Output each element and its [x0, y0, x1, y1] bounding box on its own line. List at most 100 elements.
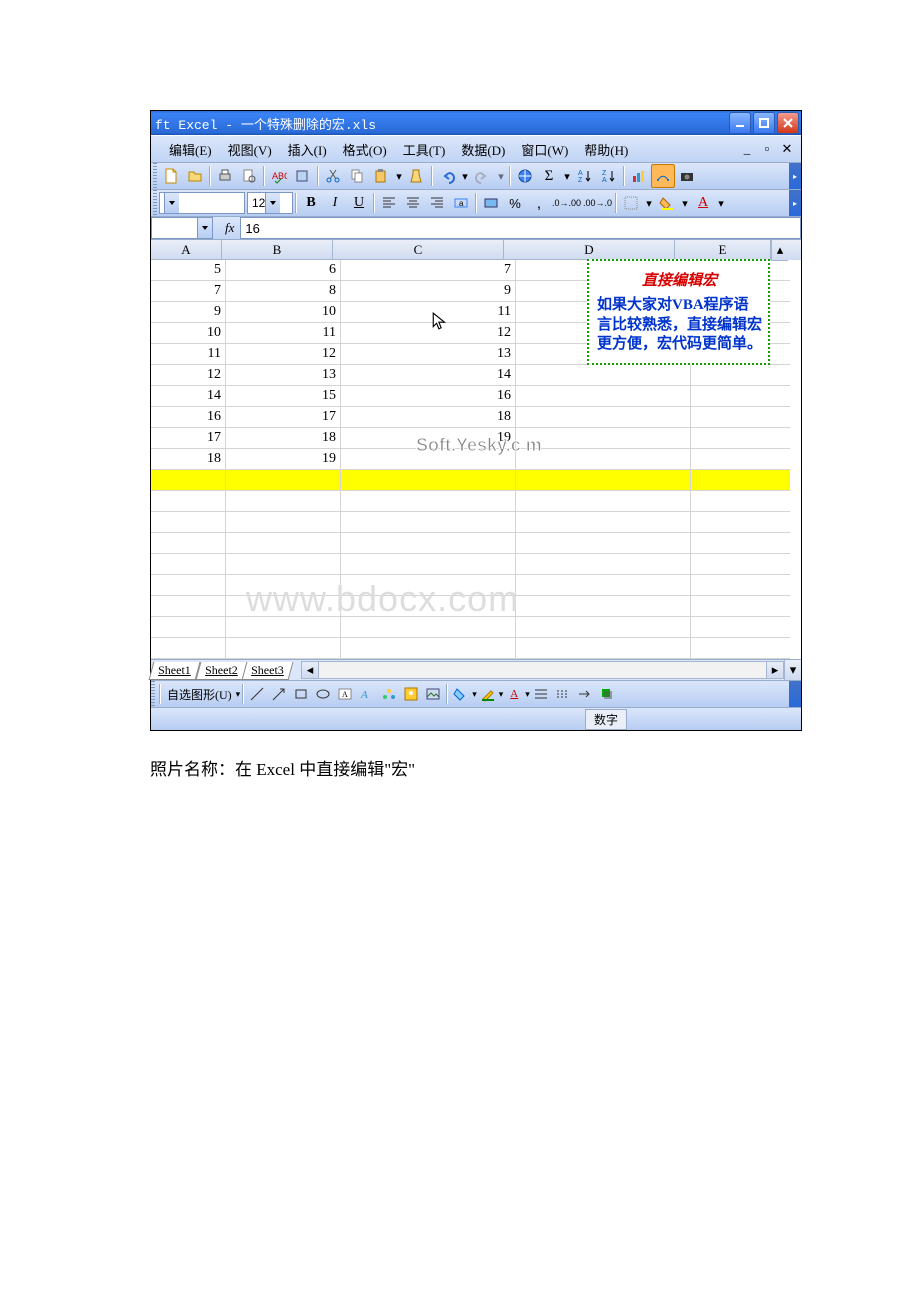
italic-icon[interactable]: I	[323, 191, 347, 215]
cell[interactable]	[151, 554, 226, 575]
minimize-button[interactable]	[729, 112, 751, 134]
cell[interactable]	[691, 596, 790, 617]
cell[interactable]	[516, 638, 691, 659]
menu-tools[interactable]: 工具(T)	[395, 138, 454, 161]
name-box[interactable]	[151, 217, 213, 239]
cell[interactable]	[151, 575, 226, 596]
cell[interactable]: 7	[341, 260, 516, 281]
cell[interactable]: 8	[226, 281, 341, 302]
fx-label[interactable]: fx	[225, 220, 234, 236]
cell[interactable]	[341, 491, 516, 512]
cell[interactable]: 19	[226, 449, 341, 470]
align-center-icon[interactable]	[401, 191, 425, 215]
cell[interactable]	[516, 617, 691, 638]
cell[interactable]: 9	[151, 302, 226, 323]
sort-desc-icon[interactable]: ZA	[597, 164, 621, 188]
cell[interactable]	[516, 407, 691, 428]
cell[interactable]: 17	[151, 428, 226, 449]
dash-style-icon[interactable]	[552, 682, 574, 706]
cell[interactable]	[226, 470, 341, 491]
cell[interactable]	[151, 596, 226, 617]
decrease-decimal-icon[interactable]: .00→.0	[582, 191, 613, 215]
cell[interactable]	[691, 512, 790, 533]
cell[interactable]: 18	[341, 407, 516, 428]
cell[interactable]	[516, 554, 691, 575]
cell[interactable]	[691, 533, 790, 554]
autosum-dropdown-icon[interactable]: ▾	[561, 164, 573, 188]
cell[interactable]: 18	[226, 428, 341, 449]
rectangle-tool-icon[interactable]	[290, 682, 312, 706]
arrow-tool-icon[interactable]	[268, 682, 290, 706]
cell[interactable]: 16	[151, 407, 226, 428]
cell[interactable]: 13	[226, 365, 341, 386]
line-tool-icon[interactable]	[246, 682, 268, 706]
font-name-dropdown[interactable]	[159, 192, 245, 214]
cell[interactable]	[151, 512, 226, 533]
cell[interactable]	[691, 491, 790, 512]
cell[interactable]	[226, 638, 341, 659]
menu-window[interactable]: 窗口(W)	[513, 138, 576, 161]
cell[interactable]	[691, 449, 790, 470]
scroll-up-button[interactable]: ▴	[771, 240, 788, 261]
print-preview-icon[interactable]	[237, 164, 261, 188]
cell[interactable]	[226, 617, 341, 638]
cell[interactable]	[341, 533, 516, 554]
cell[interactable]	[691, 386, 790, 407]
cell[interactable]	[516, 470, 691, 491]
currency-icon[interactable]	[479, 191, 503, 215]
cell[interactable]	[691, 617, 790, 638]
spell-check-icon[interactable]: ABC	[267, 164, 291, 188]
align-left-icon[interactable]	[377, 191, 401, 215]
sheet-tab[interactable]: Sheet3	[242, 662, 293, 680]
toolbar-handle[interactable]	[153, 163, 157, 189]
format-painter-icon[interactable]	[405, 164, 429, 188]
cell[interactable]	[226, 575, 341, 596]
close-button[interactable]	[777, 112, 799, 134]
cell[interactable]	[341, 554, 516, 575]
cell[interactable]	[691, 554, 790, 575]
toolbar-options-icon[interactable]	[789, 681, 801, 707]
doc-restore-button[interactable]: ▫	[759, 141, 775, 157]
doc-minimize-button[interactable]: _	[739, 141, 755, 157]
cell[interactable]	[516, 575, 691, 596]
cell[interactable]	[226, 596, 341, 617]
horizontal-scrollbar[interactable]: ◂ ▸	[301, 660, 784, 680]
line-color-icon[interactable]	[477, 682, 499, 706]
cell[interactable]	[516, 596, 691, 617]
print-icon[interactable]	[213, 164, 237, 188]
cell[interactable]	[341, 449, 516, 470]
cut-icon[interactable]	[321, 164, 345, 188]
cell[interactable]	[151, 491, 226, 512]
cell[interactable]	[516, 491, 691, 512]
cell[interactable]	[151, 533, 226, 554]
doc-close-button[interactable]: ✕	[779, 141, 795, 157]
cell[interactable]: 6	[226, 260, 341, 281]
menu-data[interactable]: 数据(D)	[453, 138, 513, 161]
toolbar-handle[interactable]	[153, 190, 157, 216]
cell[interactable]	[691, 638, 790, 659]
maximize-button[interactable]	[753, 112, 775, 134]
cell[interactable]	[341, 575, 516, 596]
insert-picture-icon[interactable]	[422, 682, 444, 706]
formula-input[interactable]: 16	[240, 217, 801, 239]
autoshapes-menu[interactable]: 自选图形(U)	[163, 686, 236, 703]
cell[interactable]: 14	[151, 386, 226, 407]
menu-format[interactable]: 格式(O)	[335, 138, 395, 161]
underline-icon[interactable]: U	[347, 191, 371, 215]
menu-edit[interactable]: 编辑(E)	[161, 138, 220, 161]
scroll-left-button[interactable]: ◂	[301, 661, 319, 679]
cell[interactable]	[691, 365, 790, 386]
line-style-icon[interactable]	[530, 682, 552, 706]
cell[interactable]	[151, 638, 226, 659]
menu-insert[interactable]: 插入(I)	[280, 138, 335, 161]
cell[interactable]: 7	[151, 281, 226, 302]
cell[interactable]: 17	[226, 407, 341, 428]
cell[interactable]	[151, 470, 226, 491]
paste-icon[interactable]	[369, 164, 393, 188]
cell[interactable]	[691, 407, 790, 428]
cell[interactable]	[226, 491, 341, 512]
cell[interactable]	[516, 365, 691, 386]
font-color-icon[interactable]: A	[691, 191, 715, 215]
toolbar-options-icon[interactable]: ▸	[789, 190, 801, 216]
cell[interactable]	[516, 512, 691, 533]
